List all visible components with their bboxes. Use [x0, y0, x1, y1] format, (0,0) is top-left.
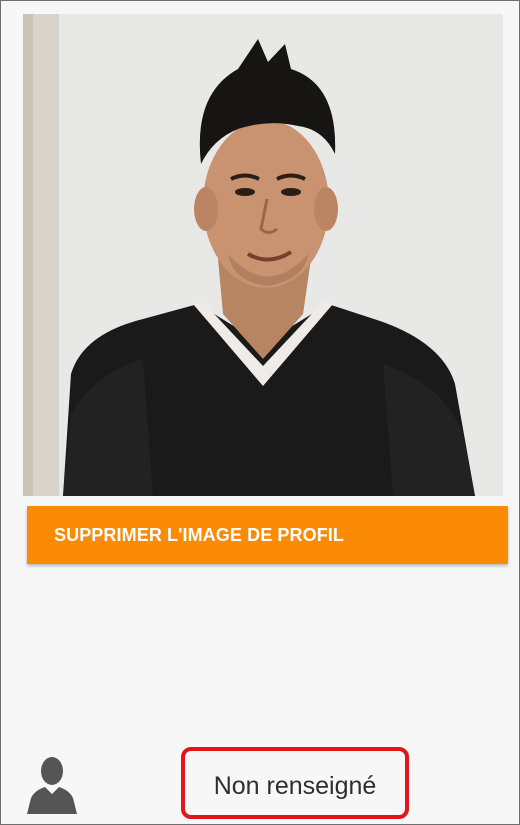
remove-profile-image-button[interactable]: SUPPRIMER L'IMAGE DE PROFIL: [27, 506, 508, 564]
profile-panel: SUPPRIMER L'IMAGE DE PROFIL Non renseign…: [0, 0, 520, 825]
status-value: Non renseigné: [213, 771, 377, 800]
status-highlight: Non renseigné: [181, 747, 409, 819]
user-silhouette-icon: [19, 754, 85, 814]
profile-photo: [23, 14, 503, 496]
